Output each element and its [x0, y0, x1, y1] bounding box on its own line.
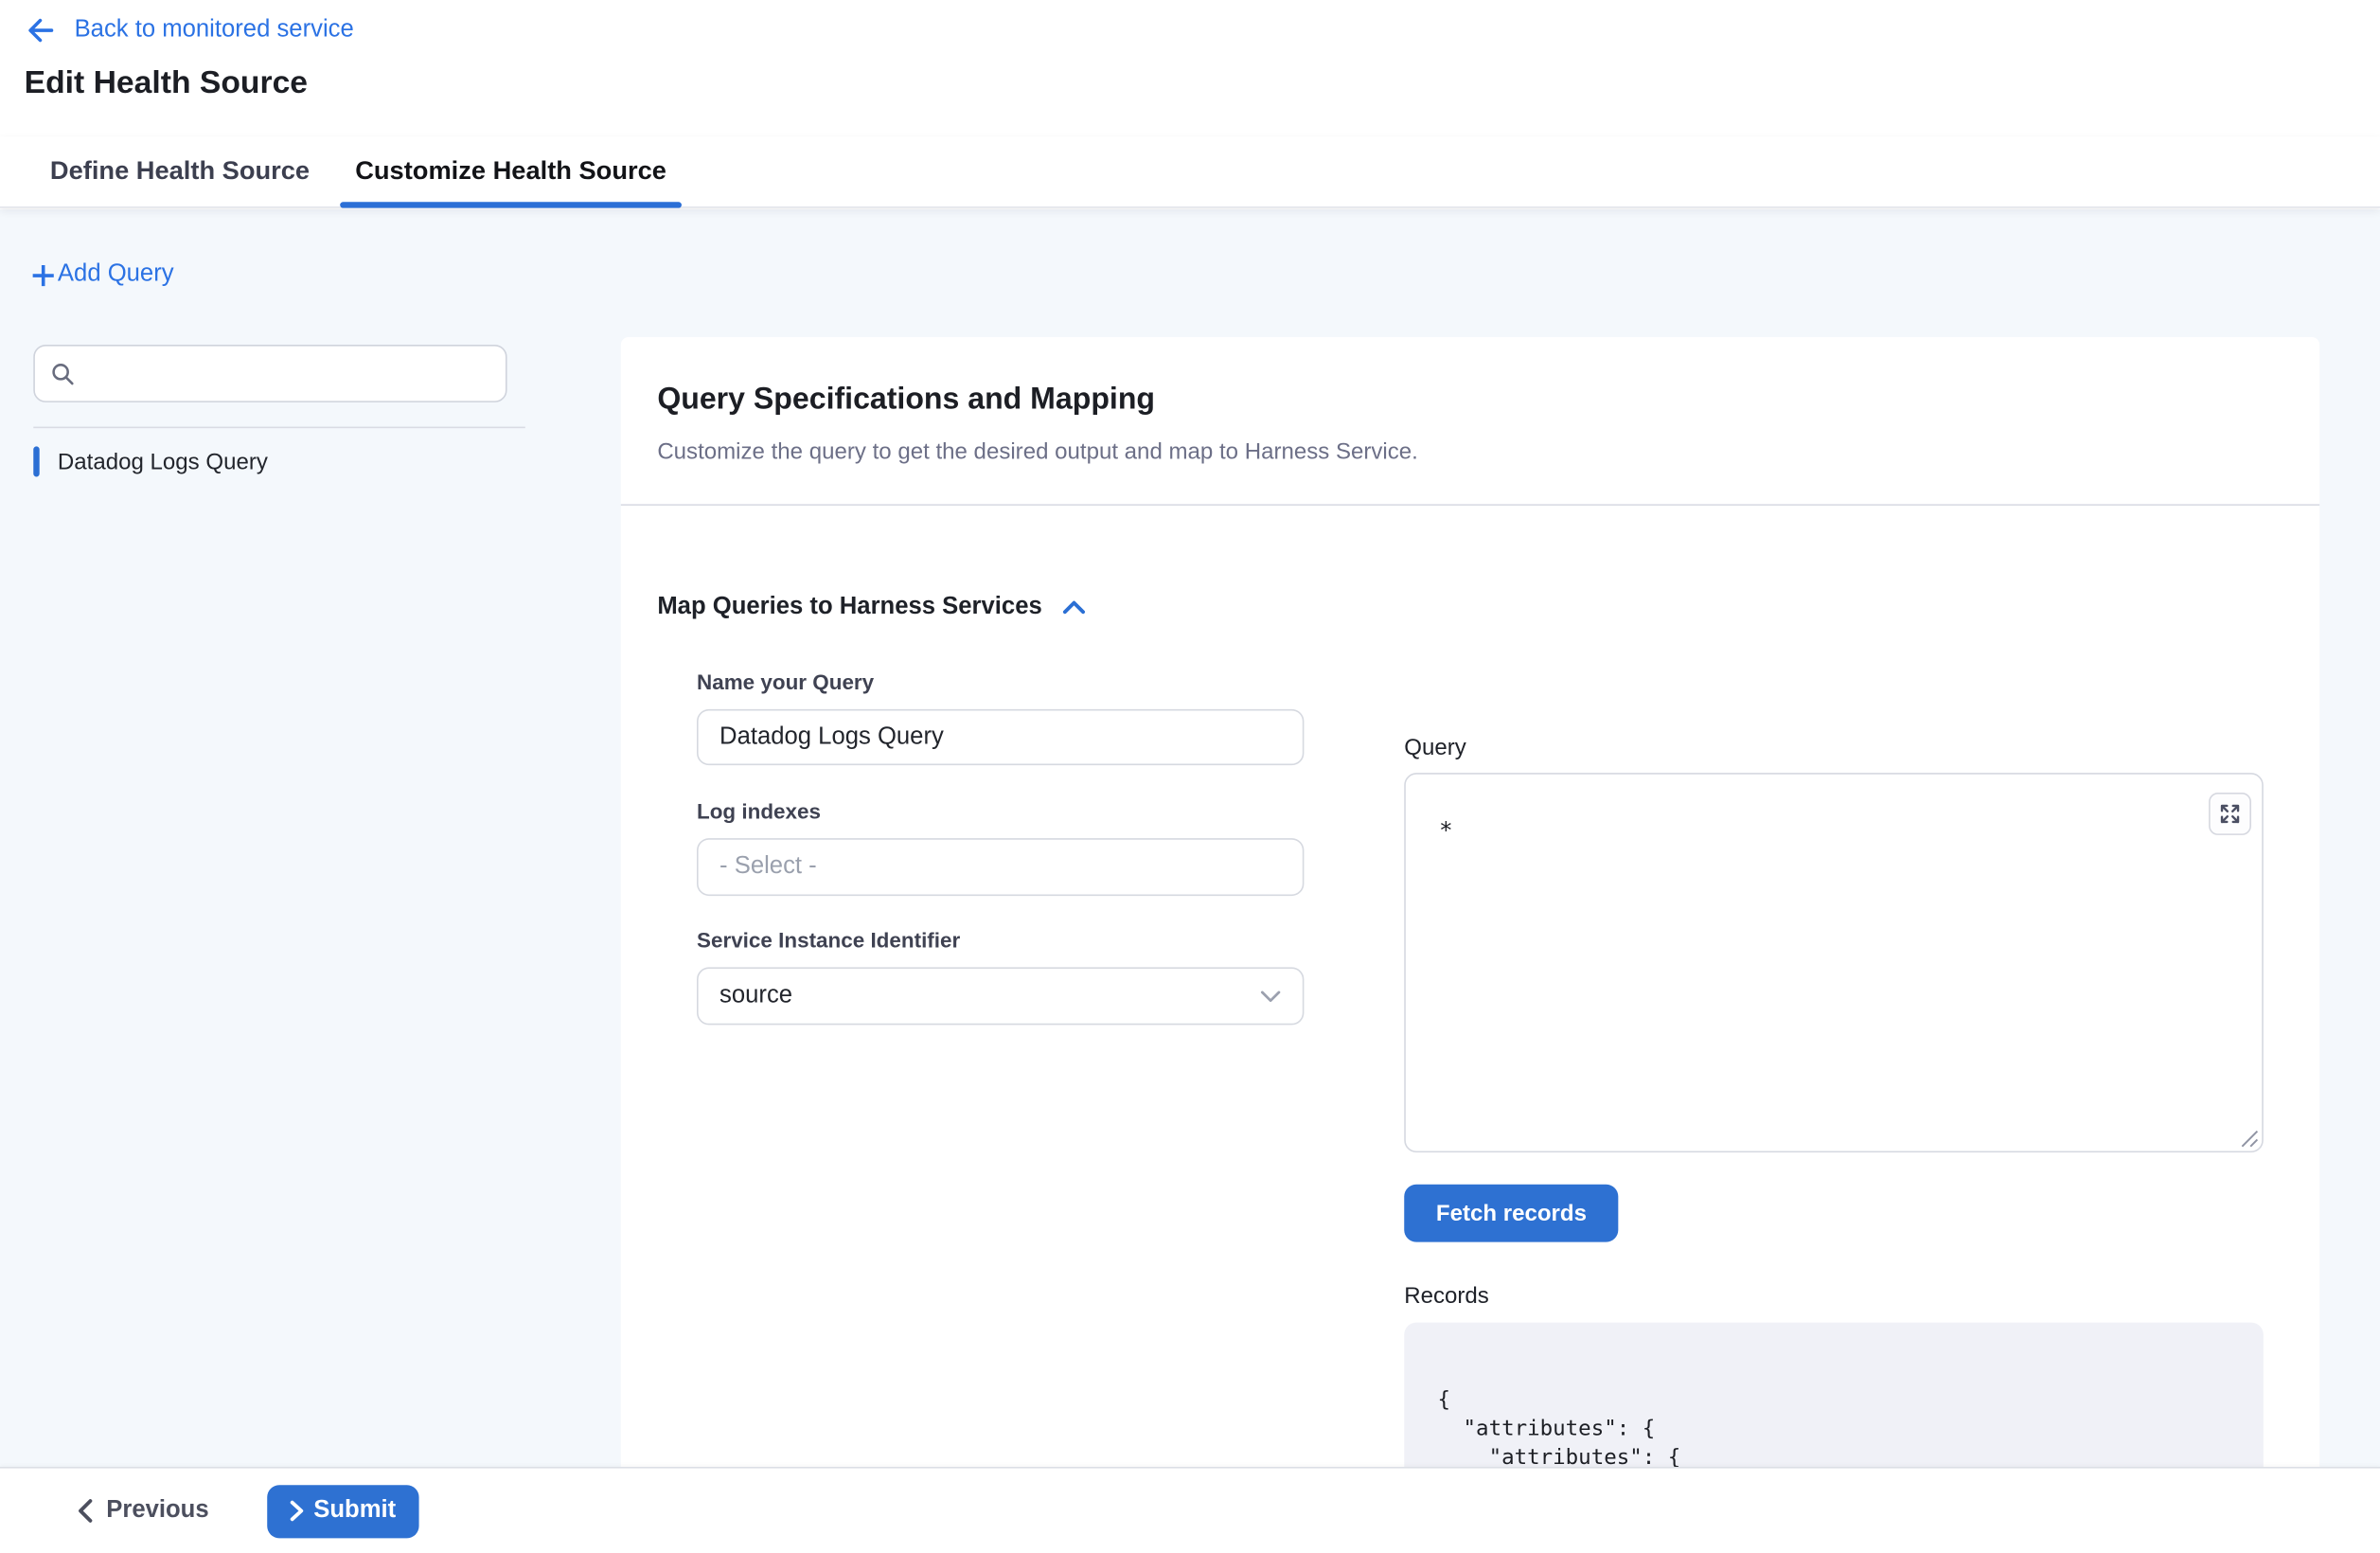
log-indexes-placeholder: - Select -	[719, 853, 817, 881]
chevron-right-icon	[290, 1500, 303, 1521]
query-label: Query	[1404, 735, 1466, 760]
service-instance-identifier-label: Service Instance Identifier	[697, 928, 1304, 953]
sidebar-divider	[33, 427, 525, 429]
tab-bar: Define Health Source Customize Health So…	[0, 136, 2380, 207]
add-query-button[interactable]: Add Query	[30, 261, 174, 289]
submit-button[interactable]: Submit	[267, 1484, 419, 1537]
previous-label: Previous	[106, 1497, 208, 1525]
expand-query-button[interactable]	[2209, 793, 2251, 835]
previous-button[interactable]: Previous	[78, 1497, 209, 1525]
plus-icon	[30, 262, 58, 288]
card-subtitle: Customize the query to get the desired o…	[657, 438, 2282, 504]
service-instance-value: source	[719, 982, 792, 1009]
page-header: Back to monitored service Edit Health So…	[0, 0, 2380, 136]
records-json-line: {	[1438, 1386, 2264, 1415]
arrow-left-icon	[26, 15, 56, 45]
footer-bar: Previous Submit	[0, 1467, 2380, 1553]
expand-arrows-icon	[2218, 802, 2243, 827]
log-indexes-select[interactable]: - Select -	[697, 838, 1304, 896]
card-header-divider	[621, 504, 2319, 506]
back-link[interactable]: Back to monitored service	[26, 15, 353, 45]
search-input[interactable]	[88, 362, 490, 386]
chevron-left-icon	[78, 1499, 93, 1524]
page: Back to monitored service Edit Health So…	[0, 0, 2380, 1553]
records-json-line: "attributes": {	[1438, 1415, 2264, 1443]
sidebar-item-datadog-logs-query[interactable]: Datadog Logs Query	[33, 440, 525, 483]
query-textarea[interactable]: *	[1404, 773, 2264, 1152]
map-queries-section-heading: Map Queries to Harness Services	[657, 594, 1086, 621]
search-icon	[50, 361, 76, 386]
mapping-fields: Name your Query Log indexes - Select - S…	[697, 669, 1304, 1025]
log-indexes-label: Log indexes	[697, 798, 1304, 823]
chevron-down-icon	[1260, 990, 1281, 1003]
service-instance-select[interactable]: source	[697, 967, 1304, 1025]
add-query-label: Add Query	[58, 261, 174, 289]
back-link-label: Back to monitored service	[75, 17, 354, 45]
textarea-resize-handle[interactable]	[2239, 1128, 2259, 1148]
fetch-records-button[interactable]: Fetch records	[1404, 1185, 1618, 1242]
page-title: Edit Health Source	[25, 65, 308, 101]
records-json-line: "attributes": {	[1438, 1444, 2264, 1467]
query-item-label: Datadog Logs Query	[58, 449, 268, 474]
name-query-label: Name your Query	[697, 669, 1304, 694]
tab-customize-health-source[interactable]: Customize Health Source	[340, 136, 682, 206]
tab-define-health-source[interactable]: Define Health Source	[35, 136, 325, 206]
submit-label: Submit	[313, 1497, 396, 1525]
content-area: Add Query Datadog Logs Query Query Speci…	[0, 209, 2380, 1467]
card-title: Query Specifications and Mapping	[657, 383, 2282, 418]
records-json: { "attributes": { "attributes": { "date"…	[1404, 1323, 2264, 1467]
query-editor: *	[1404, 773, 2264, 1152]
section-heading-label: Map Queries to Harness Services	[657, 594, 1041, 621]
card-header: Query Specifications and Mapping Customi…	[621, 337, 2319, 504]
query-search-box	[33, 345, 506, 402]
chevron-up-icon[interactable]	[1063, 599, 1086, 615]
records-label: Records	[1404, 1283, 1489, 1309]
records-box: { "attributes": { "attributes": { "date"…	[1404, 1323, 2264, 1467]
query-name-input[interactable]	[697, 709, 1304, 765]
query-specifications-card: Query Specifications and Mapping Customi…	[621, 337, 2319, 1467]
selected-accent-bar	[33, 446, 39, 476]
